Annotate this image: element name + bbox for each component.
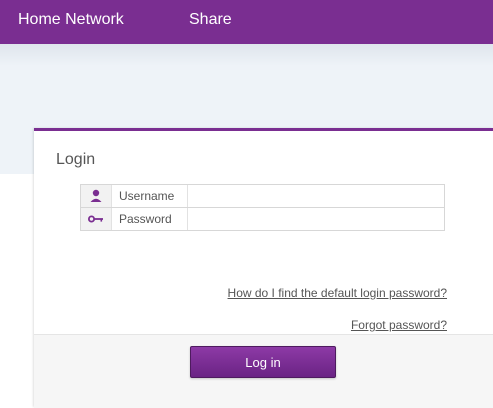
username-label: Username [119,189,175,203]
header-band-shadow [0,44,493,66]
user-icon [81,185,112,207]
password-label: Password [119,212,172,226]
username-input[interactable] [189,186,447,206]
password-field[interactable]: Password [80,207,447,231]
default-password-link[interactable]: How do I find the default login password… [228,286,447,300]
password-divider [187,208,188,230]
login-button[interactable]: Log in [190,346,336,378]
username-divider [187,185,188,207]
username-field[interactable]: Username [80,184,447,208]
password-input[interactable] [189,209,447,229]
nav-share[interactable]: Share [189,11,232,29]
login-panel: Login Username Password How do I find th… [34,128,493,408]
nav-home-network[interactable]: Home Network [18,11,124,29]
login-title: Login [56,151,96,168]
top-nav-bar: Home Network Share [0,0,493,44]
forgot-password-link[interactable]: Forgot password? [351,318,447,332]
key-icon [81,208,112,230]
